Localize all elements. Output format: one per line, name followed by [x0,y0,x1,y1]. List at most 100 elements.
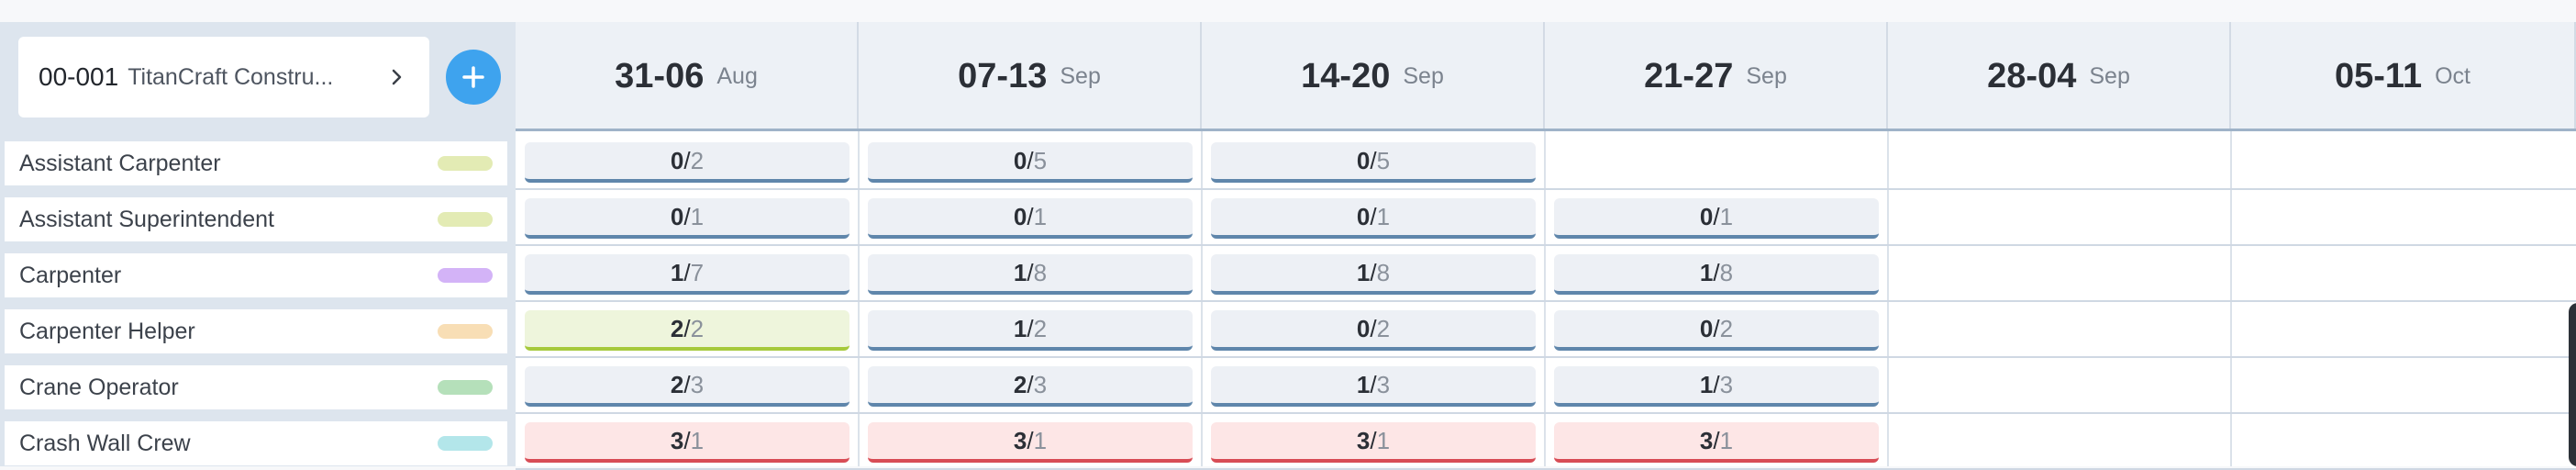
role-label: Crash Wall Crew [19,430,191,456]
count-separator: / [1370,146,1377,174]
role-color-swatch [438,268,493,283]
required-count: 2 [690,314,705,342]
side-panel-handle[interactable] [2569,303,2576,466]
allocation-cell[interactable]: 1/3 [1554,366,1879,407]
required-count: 1 [1719,202,1734,230]
count-separator: / [683,258,691,286]
row-divider [516,412,2576,414]
allocated-count: 0 [1013,202,1027,230]
required-count: 7 [690,258,705,286]
allocation-cell[interactable]: 2/3 [525,366,849,407]
schedule-grid: 31-06 Aug 07-13 Sep 14-20 Sep 21-27 Sep 28-04 Sep… [516,22,2576,470]
role-label: Carpenter [19,262,122,288]
count-separator: / [1370,258,1377,286]
allocated-count: 0 [1699,314,1714,342]
required-count: 3 [1719,370,1734,398]
role-color-swatch [438,324,493,339]
add-button[interactable] [446,50,501,105]
allocation-cell[interactable]: 0/5 [1211,142,1536,183]
required-count: 1 [690,202,705,230]
required-count: 3 [690,370,705,398]
week-header: 31-06 Aug [516,22,859,130]
role-label: Assistant Carpenter [19,150,221,176]
required-count: 5 [1033,146,1048,174]
week-month: Sep [1746,62,1787,89]
allocation-cell[interactable]: 0/1 [1211,198,1536,239]
required-count: 3 [1033,370,1048,398]
plus-icon [462,66,484,88]
count-separator: / [683,314,691,342]
allocation-cell[interactable]: 2/2 [525,310,849,351]
allocation-cell[interactable]: 0/2 [525,142,849,183]
allocation-cell[interactable]: 3/1 [525,422,849,463]
allocated-count: 1 [1356,258,1371,286]
allocation-cell[interactable]: 0/1 [1554,198,1879,239]
required-count: 5 [1376,146,1391,174]
week-range: 31-06 [615,56,705,95]
count-separator: / [1027,314,1034,342]
count-separator: / [1027,426,1034,454]
allocated-count: 1 [1356,370,1371,398]
allocation-cell[interactable]: 0/1 [525,198,849,239]
project-selector[interactable]: 00-001 TitanCraft Constru... [18,37,429,118]
allocated-count: 0 [670,146,684,174]
week-header: 05-11 Oct [2231,22,2576,130]
chevron-right-icon [385,65,409,89]
week-range: 14-20 [1301,56,1391,95]
allocation-cell[interactable]: 1/3 [1211,366,1536,407]
role-label: Crane Operator [19,374,179,400]
required-count: 2 [690,146,705,174]
count-separator: / [1370,314,1377,342]
allocated-count: 1 [1013,258,1027,286]
allocation-cell[interactable]: 1/8 [1554,254,1879,295]
week-month: Sep [2089,62,2130,89]
allocated-count: 0 [1356,146,1371,174]
project-name: TitanCraft Constru... [128,63,334,90]
left-panel: 00-001 TitanCraft Constru... Assistant C… [0,22,516,466]
week-month: Aug [716,62,758,89]
role-row[interactable]: Carpenter [5,253,507,297]
allocated-count: 3 [1013,426,1027,454]
row-divider [516,188,2576,190]
allocated-count: 1 [1699,370,1714,398]
allocation-cell[interactable]: 1/7 [525,254,849,295]
count-separator: / [1027,258,1034,286]
row-divider [516,244,2576,246]
role-row[interactable]: Crane Operator [5,365,507,409]
week-range: 05-11 [2335,56,2423,95]
allocation-cell[interactable]: 0/1 [868,198,1193,239]
project-code: 00-001 [39,62,119,91]
role-row[interactable]: Assistant Carpenter [5,141,507,185]
allocation-cell[interactable]: 2/3 [868,366,1193,407]
role-row[interactable]: Carpenter Helper [5,309,507,353]
header-divider [516,129,2576,131]
allocation-cell[interactable]: 3/1 [1554,422,1879,463]
count-separator: / [1027,202,1034,230]
allocation-cell[interactable]: 1/2 [868,310,1193,351]
week-range: 28-04 [1987,56,2077,95]
role-row[interactable]: Assistant Superintendent [5,197,507,241]
allocation-cell[interactable]: 0/5 [868,142,1193,183]
week-header: 28-04 Sep [1888,22,2231,130]
allocation-cell[interactable]: 0/2 [1211,310,1536,351]
week-month: Oct [2435,62,2471,89]
allocation-cell[interactable]: 1/8 [868,254,1193,295]
allocated-count: 0 [670,202,684,230]
allocated-count: 2 [670,314,684,342]
role-row[interactable]: Crash Wall Crew [5,421,507,465]
required-count: 2 [1376,314,1391,342]
allocation-cell[interactable]: 1/8 [1211,254,1536,295]
allocation-cell[interactable]: 3/1 [868,422,1193,463]
column-divider [1887,130,1889,466]
count-separator: / [683,426,691,454]
required-count: 8 [1719,258,1734,286]
allocation-cell[interactable]: 0/2 [1554,310,1879,351]
allocated-count: 3 [1699,426,1714,454]
allocated-count: 2 [670,370,684,398]
allocated-count: 0 [1356,202,1371,230]
count-separator: / [1713,426,1720,454]
allocated-count: 0 [1699,202,1714,230]
week-header: 21-27 Sep [1545,22,1888,130]
allocation-cell[interactable]: 3/1 [1211,422,1536,463]
count-separator: / [1370,370,1377,398]
